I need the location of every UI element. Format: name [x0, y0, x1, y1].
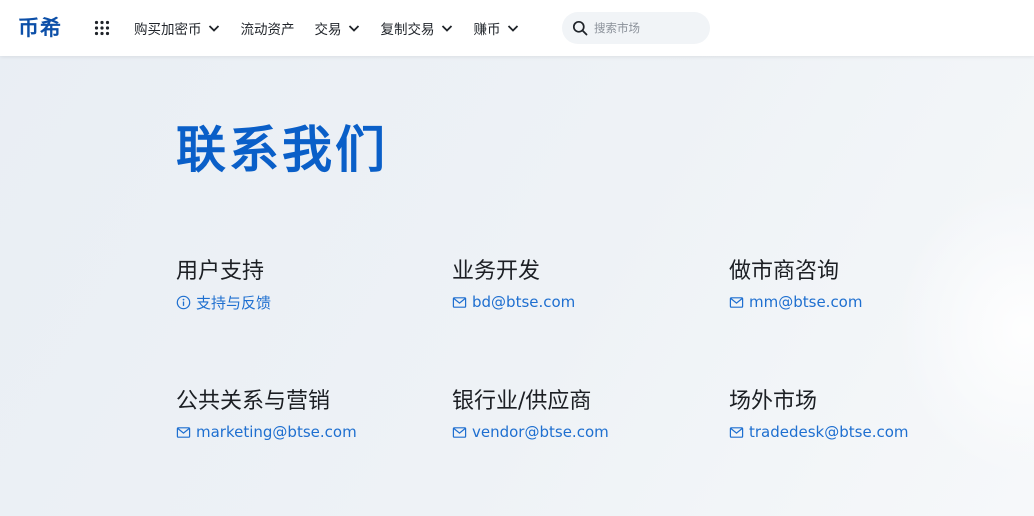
nav-label: 购买加密币: [134, 22, 202, 38]
nav-trade[interactable]: 交易: [315, 0, 361, 56]
search-input[interactable]: [594, 21, 704, 35]
contact-link-text: vendor@btse.com: [472, 423, 609, 441]
mail-icon: [729, 426, 744, 438]
contact-title: 业务开发: [452, 259, 541, 284]
vendor-email-link[interactable]: vendor@btse.com: [452, 421, 712, 443]
nav-liquid-assets[interactable]: 流动资产: [241, 0, 295, 56]
nav-earn[interactable]: 赚币: [474, 0, 520, 56]
contact-link-text: mm@btse.com: [749, 293, 863, 311]
nav-label: 交易: [314, 22, 342, 38]
tradedesk-email-link[interactable]: tradedesk@btse.com: [729, 421, 989, 443]
nav-label: 赚币: [473, 22, 501, 38]
chevron-down-icon: [507, 25, 518, 32]
contact-business-development: 业务开发 bd@btse.com: [452, 257, 712, 313]
mail-icon: [452, 426, 467, 438]
contact-link-text: bd@btse.com: [472, 293, 576, 311]
mail-icon: [729, 296, 744, 308]
contact-title: 做市商咨询: [729, 259, 840, 284]
marketing-email-link[interactable]: marketing@btse.com: [176, 421, 436, 443]
mail-icon: [176, 426, 191, 438]
contact-user-support: 用户支持 支持与反馈: [176, 257, 436, 313]
main-nav: 购买加密币 流动资产 交易 复制交易 赚币: [134, 0, 540, 56]
contact-title: 银行业/供应商: [452, 389, 592, 414]
nav-copy-trading[interactable]: 复制交易: [381, 0, 454, 56]
contact-title: 场外市场: [729, 389, 818, 414]
contact-title: 用户支持: [176, 259, 265, 284]
chevron-down-icon: [348, 25, 359, 32]
mm-email-link[interactable]: mm@btse.com: [729, 291, 989, 313]
search-box[interactable]: [562, 12, 710, 44]
contact-link-text: 支持与反馈: [196, 293, 272, 312]
top-navigation-bar: 币希 购买加密币 流动资产 交易 复制交易 赚币 搜索市场: [0, 0, 1034, 56]
bd-email-link[interactable]: bd@btse.com: [452, 291, 712, 313]
contact-title: 公共关系与营销: [176, 389, 331, 414]
chevron-down-icon: [441, 25, 452, 32]
contact-market-making: 做市商咨询 mm@btse.com: [729, 257, 989, 313]
mail-icon: [452, 296, 467, 308]
nav-label: 复制交易: [380, 22, 435, 38]
search-icon: [572, 20, 588, 36]
contact-link-text: marketing@btse.com: [196, 423, 357, 441]
info-icon: [176, 295, 191, 309]
page: 币希 购买加密币 流动资产 交易 复制交易 赚币 搜索市场 联系我们 用户支持 …: [0, 0, 1034, 516]
apps-grid-icon[interactable]: [94, 20, 110, 36]
contact-otc-market: 场外市场 tradedesk@btse.com: [729, 387, 989, 443]
nav-label: 流动资产: [240, 22, 295, 38]
nav-buy-crypto[interactable]: 购买加密币: [134, 0, 221, 56]
contact-link-text: tradedesk@btse.com: [749, 423, 909, 441]
chevron-down-icon: [208, 25, 219, 32]
page-title: 联系我们: [176, 121, 388, 179]
support-feedback-link[interactable]: 支持与反馈: [176, 291, 436, 313]
contact-pr-marketing: 公共关系与营销 marketing@btse.com: [176, 387, 436, 443]
contact-banking-vendor: 银行业/供应商 vendor@btse.com: [452, 387, 712, 443]
brand-logo[interactable]: 币希: [18, 14, 62, 42]
